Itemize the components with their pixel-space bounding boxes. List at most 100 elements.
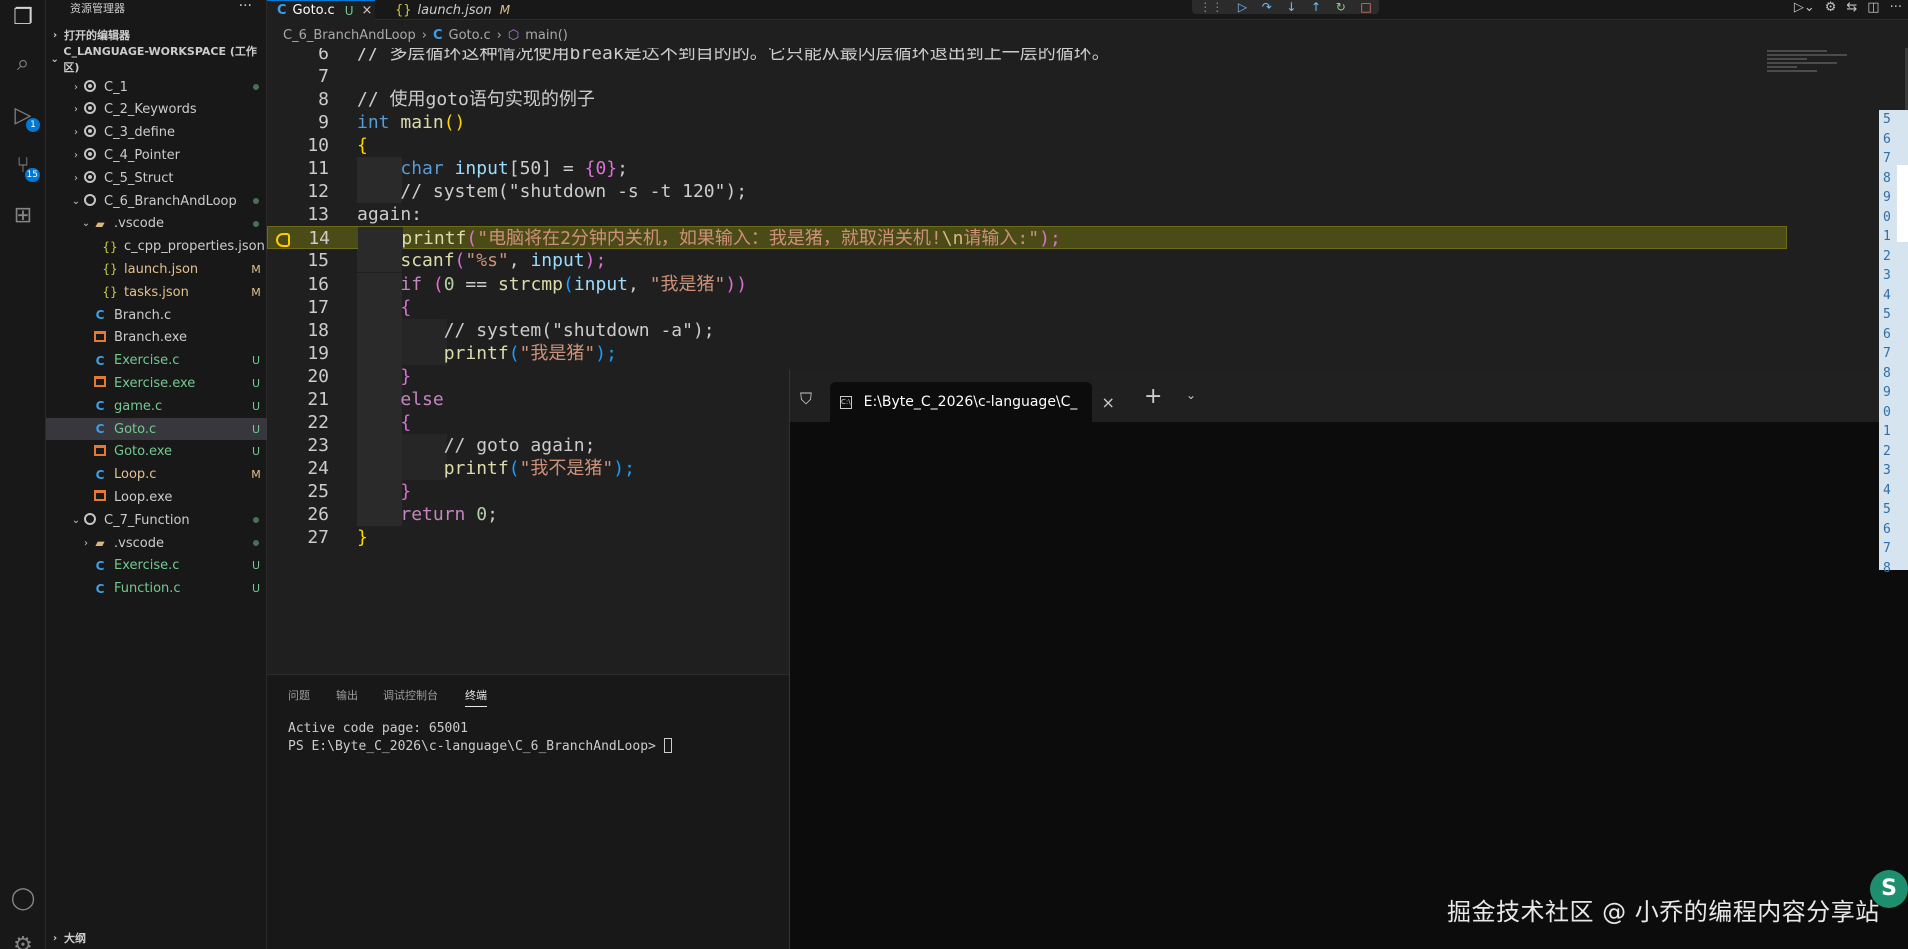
tree-item-label: Branch.exe <box>114 330 188 346</box>
step-into-icon[interactable]: ↓ <box>1286 0 1296 14</box>
tree-item[interactable]: › C_5_Struct <box>46 167 267 189</box>
split-editor-icon[interactable]: ◫ <box>1867 0 1879 15</box>
code-text: again: <box>357 203 422 226</box>
chevron-down-icon[interactable]: ⌄ <box>1186 388 1196 402</box>
code-token: input <box>454 158 509 180</box>
tab-output[interactable]: 输出 <box>336 687 358 703</box>
settings-gear-icon[interactable]: ⚙ <box>8 930 38 949</box>
tree-item[interactable]: › C_4_Pointer <box>46 144 267 166</box>
line-number: 20 <box>307 365 329 387</box>
tab-goto-c[interactable]: C Goto.c U × <box>267 0 375 20</box>
tree-item-label: .vscode <box>114 216 164 232</box>
git-status-badge: M <box>251 468 261 482</box>
breadcrumb-folder[interactable]: C_6_BranchAndLoop <box>283 28 416 43</box>
account-icon[interactable]: ◯ <box>8 883 38 913</box>
terminal-tab[interactable]: C:\ E:\Byte_C_2026\c-language\C_ × <box>830 382 1115 422</box>
tab-problems[interactable]: 问题 <box>288 687 310 703</box>
code-line[interactable]: 11 char input[50] = {0}; <box>267 157 1787 181</box>
tree-item[interactable]: C Branch.c <box>46 304 267 326</box>
close-icon[interactable]: × <box>361 3 372 18</box>
more-actions-icon[interactable]: ··· <box>239 0 252 14</box>
tree-item[interactable]: Loop.exe <box>46 486 267 508</box>
tree-item[interactable]: Branch.exe <box>46 327 267 349</box>
code-text: // system("shutdown -a"); <box>357 319 715 342</box>
code-token: {0} <box>584 158 618 180</box>
vscode-window: ❐ ⌕ ▷ 1 ⑂ 15 ⊞ ◯ ⚙ 资源管理器 ··· › 打开的编辑器 ⌄ C_LA… <box>0 0 1908 949</box>
workspace-section[interactable]: ⌄ C_LANGUAGE-WORKSPACE (工作区) <box>46 45 266 74</box>
step-over-icon[interactable]: ↷ <box>1262 0 1272 14</box>
tab-debug-console[interactable]: 调试控制台 <box>383 687 438 703</box>
bottom-panel: 问题 输出 调试控制台 终端 Active code page: 65001 P… <box>267 674 789 949</box>
tree-item[interactable]: › C_1 <box>46 76 267 98</box>
run-debug-icon[interactable]: ▷ 1 <box>8 100 40 132</box>
code-line[interactable]: 14 printf("电脑将在2分钟内关机，如果输入：我是猪，就取消关机!\n请… <box>267 226 1787 251</box>
code-token: else <box>400 388 444 410</box>
code-line[interactable]: 18 // system("shutdown -a"); <box>267 318 1787 342</box>
tree-item[interactable]: Goto.exe U <box>46 441 267 463</box>
extensions-icon[interactable]: ⊞ <box>8 200 38 230</box>
tree-item[interactable]: ⌄ ▰ .vscode <box>46 213 267 235</box>
source-control-icon[interactable]: ⑂ 15 <box>8 150 40 182</box>
code-line[interactable]: 9 int main() <box>267 111 1787 134</box>
new-tab-plus-icon[interactable]: + <box>1144 384 1162 409</box>
tree-item[interactable]: C Exercise.c U <box>46 555 267 577</box>
tree-item-label: C_1 <box>104 79 128 95</box>
code-token: return <box>400 504 466 525</box>
git-status-badge: M <box>251 285 261 299</box>
tree-item[interactable]: ⌄ C_7_Function <box>46 509 267 531</box>
continue-icon[interactable]: ▷ <box>1238 0 1247 14</box>
tree-item[interactable]: {} launch.json M <box>46 258 267 280</box>
code-token: { <box>400 296 412 318</box>
tree-item[interactable]: {} c_cpp_properties.json <box>46 236 267 258</box>
code-line[interactable]: 13 again: <box>267 203 1787 226</box>
tree-item[interactable]: C Function.c U <box>46 578 267 600</box>
tree-item[interactable]: › ▰ .vscode <box>46 532 267 554</box>
code-text: // system("shutdown -s -t 120"); <box>357 180 747 203</box>
tree-item[interactable]: Exercise.exe U <box>46 372 267 394</box>
outline-section[interactable]: › 大纲 <box>46 929 86 947</box>
code-token: // system("shutdown -s -t 120"); <box>400 181 748 203</box>
stop-icon[interactable]: □ <box>1360 0 1371 14</box>
breadcrumb-symbol[interactable]: main() <box>525 28 568 43</box>
gear-icon[interactable]: ⚙ <box>1825 0 1837 15</box>
windows-terminal-window[interactable]: ⛉ C:\ E:\Byte_C_2026\c-language\C_ × + ⌄ <box>789 370 1908 949</box>
chevron-down-icon: ⌄ <box>71 514 81 526</box>
tab-terminal[interactable]: 终端 <box>465 687 487 707</box>
c-file-icon: C <box>432 27 443 43</box>
more-actions-icon[interactable]: ··· <box>1890 0 1902 15</box>
run-icon[interactable]: ▷⌄ <box>1794 0 1815 15</box>
code-line[interactable]: 17 { <box>267 295 1787 319</box>
tree-item[interactable]: ⌄ C_6_BranchAndLoop <box>46 190 267 212</box>
tree-item[interactable]: {} tasks.json M <box>46 281 267 303</box>
code-line[interactable]: 10 { <box>267 134 1787 157</box>
code-line[interactable]: 7 <box>267 65 1787 88</box>
tree-item[interactable]: › C_3_define <box>46 122 267 144</box>
code-token: ); <box>595 342 617 364</box>
code-line[interactable]: 19 printf("我是猪"); <box>267 341 1787 365</box>
compare-icon[interactable]: ⇆ <box>1846 0 1857 15</box>
line-number: 24 <box>307 457 329 479</box>
open-editors-section[interactable]: › 打开的编辑器 <box>46 26 130 44</box>
tree-item[interactable]: › C_2_Keywords <box>46 99 267 121</box>
tree-item[interactable]: Cgame.c U <box>46 395 267 417</box>
drag-handle-icon[interactable]: ⋮⋮ <box>1199 0 1223 14</box>
terminal-prompt[interactable]: PS E:\Byte_C_2026\c-language\C_6_BranchA… <box>288 738 672 754</box>
breadcrumb-file[interactable]: Goto.c <box>449 28 491 43</box>
tree-item[interactable]: C Goto.c U <box>46 418 267 440</box>
close-icon[interactable]: × <box>1101 393 1114 412</box>
restart-icon[interactable]: ↻ <box>1336 0 1346 14</box>
code-line[interactable]: 15 scanf("%s", input); <box>267 249 1787 273</box>
code-token: strcmp <box>497 273 563 295</box>
line-number: 13 <box>307 204 329 226</box>
tree-item[interactable]: C Loop.c M <box>46 464 267 486</box>
search-icon[interactable]: ⌕ <box>8 48 38 78</box>
tree-item[interactable]: C Exercise.c U <box>46 350 267 372</box>
tab-launch-json[interactable]: {} launch.json M <box>385 0 515 20</box>
code-line[interactable]: 6 // 多层循环这种情况使用break是达不到目的的。它只能从最内层循环退出到上… <box>267 48 1787 65</box>
step-out-icon[interactable]: ↑ <box>1311 0 1321 14</box>
explorer-icon[interactable]: ❐ <box>8 2 38 32</box>
peek-digit: 3 <box>1883 463 1891 478</box>
code-line[interactable]: 16 if (0 == strcmp(input, "我是猪")) <box>267 272 1787 296</box>
code-line[interactable]: 12 // system("shutdown -s -t 120"); <box>267 180 1787 204</box>
code-line[interactable]: 8 // 使用goto语句实现的例子 <box>267 88 1787 111</box>
